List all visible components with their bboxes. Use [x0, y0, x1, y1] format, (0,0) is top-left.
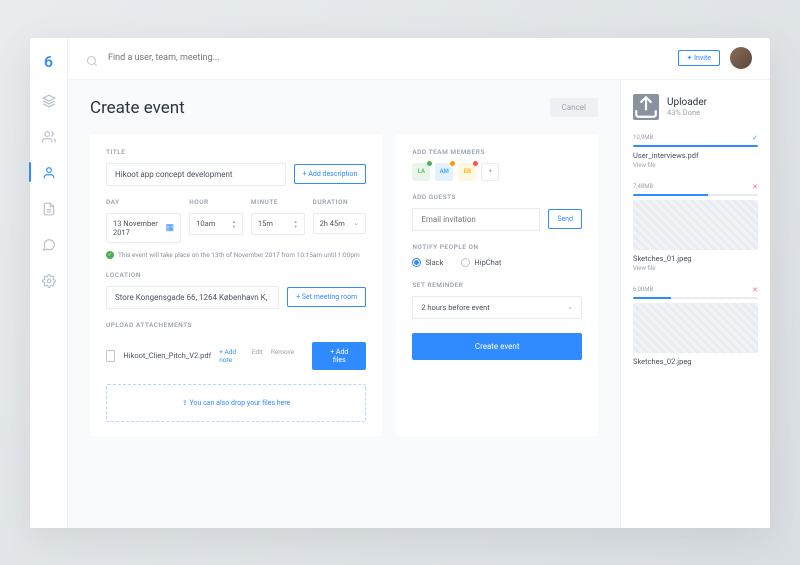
upload-thumbnail [633, 200, 758, 250]
attachments-label: UPLOAD ATTACHEMENTS [106, 321, 366, 329]
logo: 6 [44, 52, 53, 71]
upload-filename: Sketches_01.jpeg [633, 254, 758, 263]
event-side-card: ADD TEAM MEMBERS LA AM EB + ADD GUESTS S… [396, 134, 598, 436]
sidebar: 6 [30, 38, 68, 528]
page-header: Create event Cancel [90, 98, 598, 118]
upload-item: 10,9MB ✓ User_interviews.pdf View file [633, 134, 758, 169]
app-window: 6 ✦ Invite Create event Cancel TITLE [30, 38, 770, 528]
file-icon [106, 350, 115, 362]
chevron-down-icon: ⌄ [353, 219, 359, 227]
spinner-icon: ▲▼ [294, 219, 298, 229]
remove-link[interactable]: Remove [271, 348, 294, 364]
page-title: Create event [90, 98, 185, 118]
chat-icon[interactable] [42, 237, 56, 251]
hour-input[interactable]: 10am▲▼ [189, 213, 243, 235]
reminder-label: SET REMINDER [412, 281, 582, 289]
file-icon[interactable] [42, 201, 56, 215]
progress-bar [633, 194, 758, 196]
notify-hipchat-radio[interactable]: HipChat [461, 258, 501, 267]
close-icon[interactable]: ✕ [752, 183, 758, 191]
upload-item: 7,48MB ✕ Sketches_01.jpeg View file [633, 183, 758, 272]
users-icon[interactable] [42, 129, 56, 143]
upload-icon: ⇪ [182, 399, 188, 407]
create-event-button[interactable]: Create event [412, 333, 582, 360]
reminder-select[interactable]: 2 hours before event⌄ [412, 296, 582, 319]
day-label: DAY [106, 198, 181, 206]
gear-icon[interactable] [42, 273, 56, 287]
radio-icon [461, 258, 470, 267]
guest-email-input[interactable] [412, 208, 540, 231]
main: ✦ Invite Create event Cancel TITLE + Add… [68, 38, 770, 528]
upload-filename: User_interviews.pdf [633, 151, 758, 160]
team-badge[interactable]: LA [412, 163, 430, 181]
team-label: ADD TEAM MEMBERS [412, 148, 582, 156]
upload-icon [633, 94, 659, 120]
day-input[interactable]: 13 November 2017▦ [106, 213, 181, 243]
view-file-link[interactable]: View file [633, 265, 758, 272]
uploader-title: Uploader [667, 97, 707, 108]
upload-filename: Sketches_02.jpeg [633, 357, 758, 366]
cancel-button[interactable]: Cancel [550, 98, 598, 117]
duration-label: DURATION [313, 198, 367, 206]
send-invite-button[interactable]: Send [548, 209, 582, 229]
notify-slack-radio[interactable]: Slack [412, 258, 443, 267]
schedule-hint: ✓This event will take place on the 13th … [106, 251, 366, 259]
upload-size: 7,48MB [633, 183, 653, 191]
location-input[interactable] [106, 286, 279, 309]
content: Create event Cancel TITLE + Add descript… [68, 80, 770, 528]
minute-label: MINUTE [251, 198, 305, 206]
upload-size: 6,00MB [633, 286, 653, 294]
add-files-button[interactable]: + Add files [312, 342, 366, 370]
progress-bar [633, 145, 758, 147]
upload-item: 6,00MB ✕ Sketches_02.jpeg [633, 286, 758, 366]
duration-select[interactable]: 2h 45m⌄ [313, 213, 367, 234]
progress-bar [633, 297, 758, 299]
avatar[interactable] [730, 47, 752, 69]
location-label: LOCATION [106, 271, 366, 279]
add-member-button[interactable]: + [481, 163, 499, 181]
title-input[interactable] [106, 163, 286, 186]
check-icon: ✓ [106, 251, 114, 259]
notify-label: NOTIFY PEOPLE ON [412, 243, 582, 251]
event-form-card: TITLE + Add description DAY 13 November … [90, 134, 382, 436]
topbar: ✦ Invite [68, 38, 770, 80]
search-icon [86, 52, 98, 64]
team-badge[interactable]: EB [458, 163, 476, 181]
radio-icon [412, 258, 421, 267]
uploader-progress-text: 43% Done [667, 108, 707, 117]
user-icon[interactable] [42, 165, 56, 179]
upload-size: 10,9MB [633, 134, 653, 142]
team-badge[interactable]: AM [435, 163, 453, 181]
dropzone[interactable]: ⇪ You can also drop your files here [106, 384, 366, 422]
center-column: Create event Cancel TITLE + Add descript… [68, 80, 620, 528]
edit-link[interactable]: Edit [252, 348, 263, 364]
layers-icon[interactable] [42, 93, 56, 107]
title-label: TITLE [106, 148, 366, 156]
calendar-icon: ▦ [166, 223, 175, 233]
view-file-link[interactable]: View file [633, 162, 758, 169]
uploader-panel: Uploader 43% Done 10,9MB ✓ User_interview… [620, 80, 770, 528]
attachment-row: Hikoot_Clien_Pitch_V2.pdf + Add note Edi… [106, 336, 366, 376]
chevron-down-icon: ⌄ [567, 303, 573, 311]
add-description-button[interactable]: + Add description [294, 164, 367, 184]
upload-thumbnail [633, 303, 758, 353]
invite-button[interactable]: ✦ Invite [678, 50, 720, 66]
check-icon[interactable]: ✓ [752, 134, 758, 142]
close-icon[interactable]: ✕ [752, 286, 758, 294]
minute-input[interactable]: 15m▲▼ [251, 213, 305, 235]
set-meeting-room-button[interactable]: + Set meeting room [287, 287, 366, 307]
hour-label: HOUR [189, 198, 243, 206]
attachment-name: Hikoot_Clien_Pitch_V2.pdf [123, 351, 211, 360]
guests-label: ADD GUESTS [412, 193, 582, 201]
add-note-link[interactable]: + Add note [219, 348, 244, 364]
invite-label: Invite [694, 54, 711, 62]
spinner-icon: ▲▼ [232, 219, 236, 229]
search-input[interactable] [108, 53, 668, 63]
